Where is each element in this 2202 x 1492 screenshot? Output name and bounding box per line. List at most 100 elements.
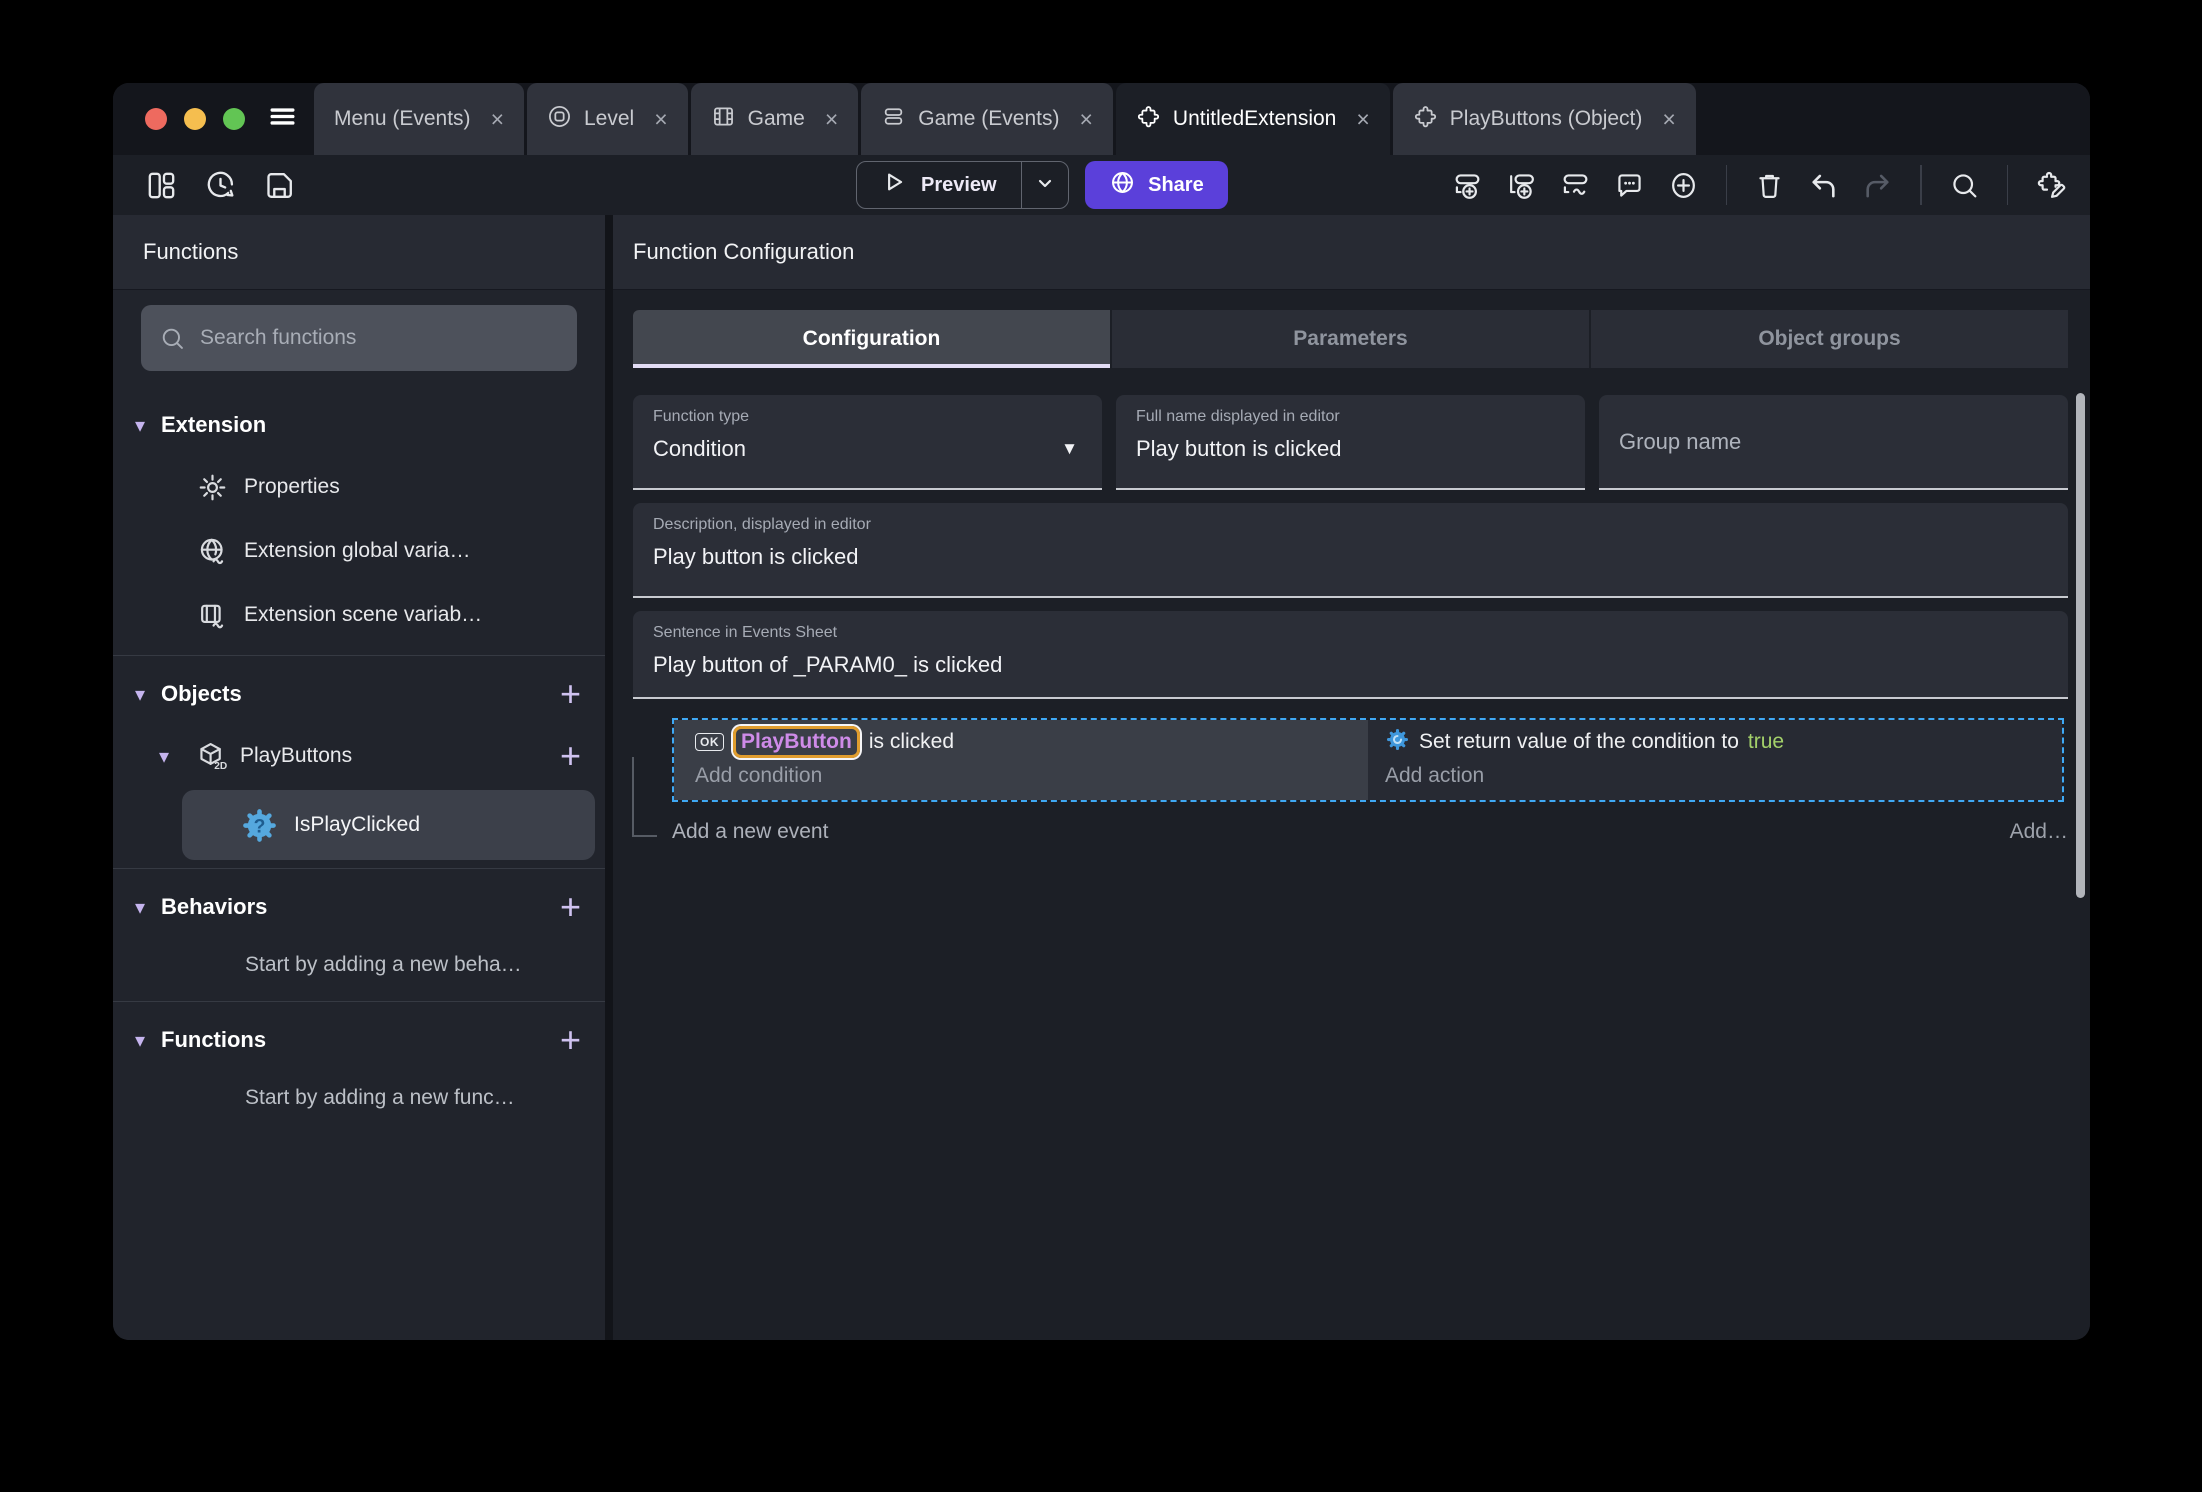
sidebar-title: Functions <box>113 215 605 290</box>
sidebar-item-extension-global-variables[interactable]: Extension global varia… <box>113 519 605 583</box>
section-behaviors[interactable]: ▾ Behaviors + <box>113 877 605 937</box>
sentence-value: Play button of _PARAM0_ is clicked <box>653 652 1003 677</box>
add-object-button[interactable]: + <box>560 676 581 712</box>
group-name-input[interactable] <box>1619 428 2048 455</box>
scene-icon <box>547 104 572 135</box>
version-history-icon[interactable] <box>204 169 237 202</box>
edit-extension-icon[interactable] <box>2035 170 2066 201</box>
tab-label: Game <box>747 107 805 130</box>
sidebar-item-extension-scene-variables[interactable]: Extension scene variab… <box>113 583 605 647</box>
window-controls <box>113 83 267 155</box>
minimize-window-button[interactable] <box>184 108 206 130</box>
tab-bar: Menu (Events) × Level × Game × Game (Eve… <box>113 83 2090 155</box>
events-sheet-icon <box>881 104 906 135</box>
dropdown-caret-icon[interactable]: ▼ <box>1061 439 1078 459</box>
condition-text: is clicked <box>868 730 955 753</box>
globe-variable-icon <box>200 538 224 564</box>
sidebar-item-properties[interactable]: Properties <box>113 455 605 519</box>
share-button[interactable]: Share <box>1085 161 1228 209</box>
add-behavior-button[interactable]: + <box>560 889 581 925</box>
toolbar-separator <box>2006 165 2008 205</box>
section-functions[interactable]: ▾ Functions + <box>113 1010 605 1070</box>
conditions-column[interactable]: OK PlayButton is clicked Add condition <box>674 720 1368 800</box>
group-name-field[interactable] <box>1599 395 2068 490</box>
add-new-event-link[interactable]: Add a new event <box>672 820 828 844</box>
full-name-field[interactable]: Full name displayed in editor Play butto… <box>1116 395 1585 490</box>
close-tab-icon[interactable]: × <box>491 106 504 133</box>
tab-label: Level <box>584 107 635 130</box>
redo-icon[interactable] <box>1862 170 1893 201</box>
globe-icon <box>1109 169 1136 202</box>
add-subevent-icon[interactable] <box>1506 170 1537 201</box>
preview-button[interactable]: Preview <box>857 169 1021 201</box>
tab-label: Menu (Events) <box>334 107 471 130</box>
action-text: Set return value of the condition to <box>1419 730 1739 753</box>
tab-level[interactable]: Level × <box>527 83 688 155</box>
scene-variable-icon <box>201 604 224 628</box>
sentence-field[interactable]: Sentence in Events Sheet Play button of … <box>633 611 2068 699</box>
description-field[interactable]: Description, displayed in editor Play bu… <box>633 503 2068 598</box>
add-more-link[interactable]: Add… <box>2010 820 2068 844</box>
chevron-down-icon[interactable]: ▾ <box>135 1028 161 1053</box>
add-circle-icon[interactable] <box>1668 170 1699 201</box>
tab-configuration[interactable]: Configuration <box>633 310 1110 368</box>
vertical-scrollbar[interactable] <box>2076 393 2085 898</box>
sidebar-item-playbuttons[interactable]: ▾ 2D PlayButtons + <box>113 724 605 788</box>
search-icon <box>162 328 183 349</box>
tab-game-events[interactable]: Game (Events) × <box>861 83 1113 155</box>
open-panels-icon[interactable] <box>145 169 178 202</box>
search-functions-box[interactable] <box>141 305 577 371</box>
delete-icon[interactable] <box>1754 170 1785 201</box>
tab-label: Game (Events) <box>918 107 1060 130</box>
close-tab-icon[interactable]: × <box>1662 106 1675 133</box>
tab-menu-events[interactable]: Menu (Events) × <box>314 83 524 155</box>
selected-event[interactable]: OK PlayButton is clicked Add condition S… <box>672 718 2064 802</box>
preview-label: Preview <box>921 173 997 196</box>
undo-icon[interactable] <box>1808 170 1839 201</box>
search-functions-input[interactable] <box>200 326 559 350</box>
chevron-down-icon[interactable]: ▾ <box>159 744 185 769</box>
app-window: Menu (Events) × Level × Game × Game (Eve… <box>113 83 2090 1340</box>
tab-parameters[interactable]: Parameters <box>1110 310 1589 368</box>
add-other-event-icon[interactable] <box>1560 170 1591 201</box>
gdevelop-gear-icon <box>1385 727 1410 758</box>
close-tab-icon[interactable]: × <box>654 106 667 133</box>
sidebar-item-isplayclicked-selected[interactable]: ? IsPlayClicked <box>182 790 595 860</box>
tab-untitled-extension[interactable]: UntitledExtension × <box>1115 83 1390 155</box>
close-window-button[interactable] <box>145 108 167 130</box>
main-panel-title: Function Configuration <box>613 215 2090 290</box>
section-extension[interactable]: ▾ Extension <box>113 395 605 455</box>
function-configuration-panel: Function Configuration Configuration Par… <box>613 215 2090 1340</box>
event-indent-guide <box>632 757 657 837</box>
chevron-down-icon <box>1033 171 1057 200</box>
add-condition-link[interactable]: Add condition <box>695 759 1368 793</box>
actions-column[interactable]: Set return value of the condition to tru… <box>1368 720 2062 800</box>
panel-divider <box>605 215 613 1340</box>
zoom-window-button[interactable] <box>223 108 245 130</box>
tab-playbuttons-object[interactable]: PlayButtons (Object) × <box>1392 83 1696 155</box>
chevron-down-icon[interactable]: ▾ <box>135 682 161 707</box>
chevron-down-icon[interactable]: ▾ <box>135 895 161 920</box>
section-objects[interactable]: ▾ Objects + <box>113 664 605 724</box>
add-comment-icon[interactable] <box>1614 170 1645 201</box>
close-tab-icon[interactable]: × <box>1079 106 1092 133</box>
search-icon[interactable] <box>1949 170 1980 201</box>
add-event-icon[interactable] <box>1452 170 1483 201</box>
condition-object-name[interactable]: PlayButton <box>733 726 860 758</box>
chevron-down-icon[interactable]: ▾ <box>135 413 161 438</box>
save-icon[interactable] <box>263 169 296 202</box>
add-free-function-button[interactable]: + <box>560 1022 581 1058</box>
svg-text:2D: 2D <box>214 761 227 772</box>
function-type-value: Condition <box>653 436 746 461</box>
sidebar-divider <box>113 1001 605 1002</box>
tab-game[interactable]: Game × <box>690 83 859 155</box>
close-tab-icon[interactable]: × <box>1356 106 1369 133</box>
function-type-field[interactable]: Function type Condition ▼ <box>633 395 1102 490</box>
add-function-to-object-button[interactable]: + <box>560 738 581 774</box>
tab-object-groups[interactable]: Object groups <box>1589 310 2068 368</box>
add-action-link[interactable]: Add action <box>1385 759 2062 793</box>
main-menu-icon[interactable] <box>267 101 298 137</box>
close-tab-icon[interactable]: × <box>825 106 838 133</box>
play-icon <box>881 169 907 201</box>
preview-options-button[interactable] <box>1022 171 1068 200</box>
